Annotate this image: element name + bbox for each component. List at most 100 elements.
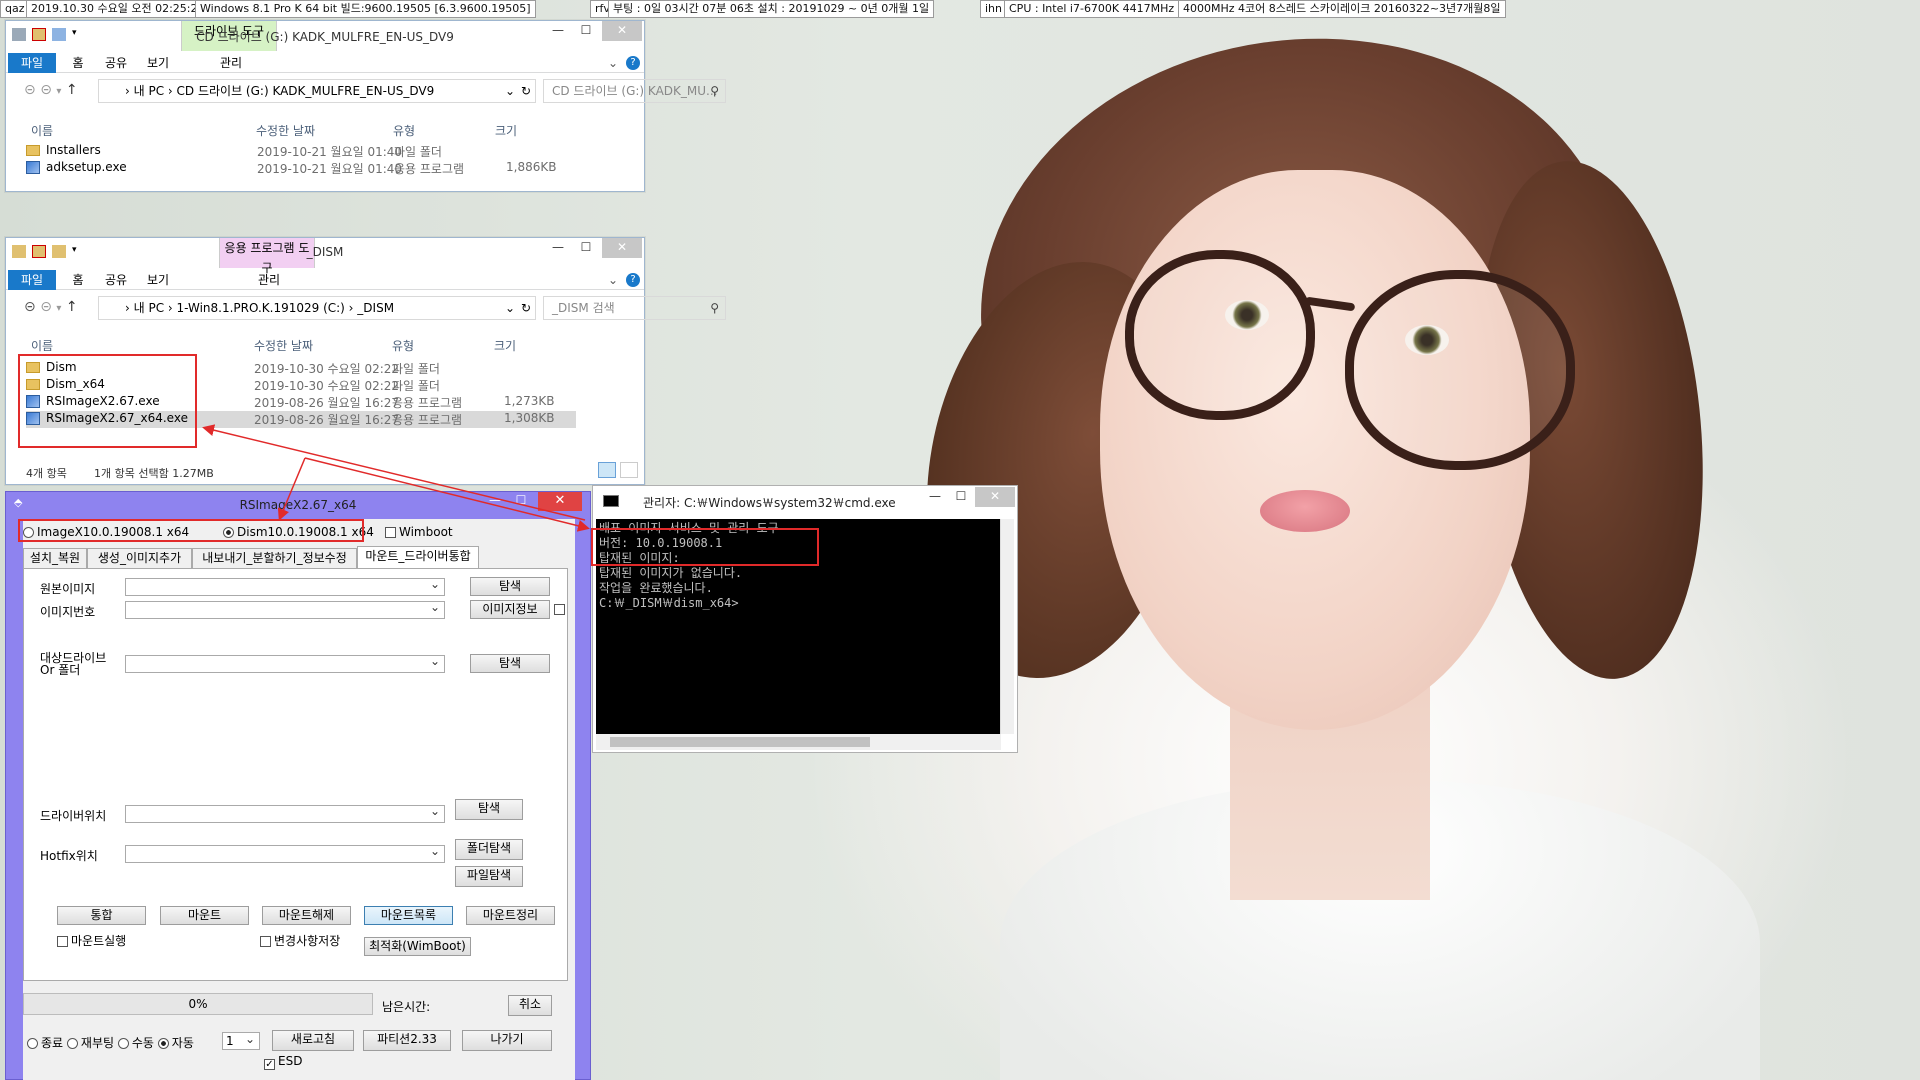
source-image-combo[interactable] bbox=[125, 577, 445, 596]
column-header-name[interactable]: 이름 bbox=[31, 122, 53, 139]
tab-view[interactable]: 보기 bbox=[143, 270, 173, 290]
large-icons-view-icon[interactable] bbox=[620, 462, 638, 478]
maximize-button[interactable]: ☐ bbox=[947, 487, 975, 507]
chevron-down-icon[interactable]: ⌄ bbox=[505, 80, 515, 102]
mount-run-label: 마운트실행 bbox=[71, 934, 127, 948]
refresh-icon[interactable]: ↻ bbox=[521, 80, 531, 102]
tab-install-restore[interactable]: 설치_복원 bbox=[23, 548, 87, 568]
mount-button[interactable]: 마운트 bbox=[160, 906, 249, 925]
recent-icon[interactable]: ▾ bbox=[56, 303, 61, 314]
recent-icon[interactable]: ▾ bbox=[56, 86, 61, 97]
minimize-button[interactable]: — bbox=[482, 492, 508, 511]
close-button[interactable]: ✕ bbox=[602, 238, 642, 258]
file-size: 1,273KB bbox=[504, 394, 555, 408]
up-icon[interactable]: ↑ bbox=[66, 299, 78, 315]
search-icon[interactable]: ⚲ bbox=[710, 297, 719, 319]
file-row[interactable]: Installers 2019-10-21 월요일 01:40 파일 폴더 bbox=[26, 143, 626, 159]
tab-mount-driver[interactable]: 마운트_드라이버통합 bbox=[357, 546, 479, 568]
tab-share[interactable]: 공유 bbox=[101, 270, 131, 290]
target-drive-combo[interactable] bbox=[125, 654, 445, 673]
vertical-scrollbar[interactable] bbox=[1000, 519, 1014, 734]
up-icon[interactable]: ↑ bbox=[66, 82, 78, 98]
mount-cleanup-button[interactable]: 마운트정리 bbox=[466, 906, 555, 925]
minimize-button[interactable]: — bbox=[544, 238, 572, 258]
address-bar[interactable]: › 내 PC › CD 드라이브 (G:) KADK_MULFRE_EN-US_… bbox=[98, 79, 536, 103]
browse-source-button[interactable]: 탐색 bbox=[470, 577, 550, 596]
column-header-name[interactable]: 이름 bbox=[31, 337, 53, 354]
partition-button[interactable]: 파티션2.33 bbox=[363, 1030, 451, 1051]
hotfix-location-combo[interactable] bbox=[125, 844, 445, 863]
driver-location-combo[interactable] bbox=[125, 804, 445, 823]
tab-home[interactable]: 홈 bbox=[66, 270, 90, 290]
column-header-size[interactable]: 크기 bbox=[494, 337, 516, 354]
column-header-date[interactable]: 수정한 날짜 bbox=[254, 337, 313, 354]
radio-shutdown[interactable]: 종료 bbox=[27, 1036, 63, 1050]
file-row[interactable]: adksetup.exe 2019-10-21 월요일 01:40 응용 프로그… bbox=[26, 160, 626, 176]
column-header-date[interactable]: 수정한 날짜 bbox=[256, 122, 315, 139]
scrollbar-thumb[interactable] bbox=[610, 737, 870, 747]
forward-icon[interactable]: ⊝ bbox=[40, 82, 52, 98]
help-icon[interactable]: ? bbox=[626, 273, 640, 287]
refresh-icon[interactable]: ↻ bbox=[521, 297, 531, 319]
exit-button[interactable]: 나가기 bbox=[462, 1030, 552, 1051]
chevron-down-icon[interactable]: ⌄ bbox=[606, 53, 620, 73]
tab-file[interactable]: 파일 bbox=[8, 53, 56, 73]
minimize-button[interactable]: — bbox=[921, 487, 949, 507]
maximize-button[interactable]: ☐ bbox=[508, 492, 534, 511]
save-changes-checkbox[interactable]: 변경사항저장 bbox=[260, 932, 340, 949]
mount-run-checkbox[interactable]: 마운트실행 bbox=[57, 932, 126, 949]
back-icon[interactable]: ⊝ bbox=[24, 82, 36, 98]
help-icon[interactable]: ? bbox=[626, 56, 640, 70]
minimize-button[interactable]: — bbox=[544, 21, 572, 41]
count-combo[interactable]: 1 bbox=[222, 1031, 260, 1050]
cancel-button[interactable]: 취소 bbox=[508, 995, 552, 1016]
details-view-icon[interactable] bbox=[598, 462, 616, 478]
tab-create-append[interactable]: 생성_이미지추가 bbox=[87, 548, 192, 568]
column-header-size[interactable]: 크기 bbox=[495, 122, 517, 139]
forward-icon[interactable]: ⊝ bbox=[40, 299, 52, 315]
image-info-checkbox[interactable] bbox=[554, 604, 565, 615]
search-box[interactable]: CD 드라이브 (G:) KADK_MU... ⚲ bbox=[543, 79, 726, 103]
tab-manage[interactable]: 관리 bbox=[201, 53, 261, 73]
chevron-down-icon[interactable]: ⌄ bbox=[606, 270, 620, 290]
close-button[interactable]: ✕ bbox=[975, 487, 1015, 507]
column-header-type[interactable]: 유형 bbox=[392, 337, 414, 354]
horizontal-scrollbar[interactable] bbox=[596, 734, 1001, 750]
wimboot-checkbox[interactable]: Wimboot bbox=[385, 525, 453, 539]
integrate-button[interactable]: 통합 bbox=[57, 906, 146, 925]
tab-export-split[interactable]: 내보내기_분할하기_정보수정 bbox=[192, 548, 357, 568]
tab-home[interactable]: 홈 bbox=[66, 53, 90, 73]
close-button[interactable]: ✕ bbox=[602, 21, 642, 41]
optimize-wimboot-button[interactable]: 최적화(WimBoot) bbox=[364, 937, 471, 956]
mount-list-button[interactable]: 마운트목록 bbox=[364, 906, 453, 925]
browse-driver-button[interactable]: 탐색 bbox=[455, 799, 523, 820]
folder-browse-button[interactable]: 폴더탐색 bbox=[455, 839, 523, 860]
close-button[interactable]: ✕ bbox=[538, 492, 582, 511]
search-box[interactable]: _DISM 검색 ⚲ bbox=[543, 296, 726, 320]
console-icon bbox=[603, 495, 619, 507]
esd-checkbox[interactable]: ✓ ESD bbox=[264, 1054, 302, 1070]
column-header-type[interactable]: 유형 bbox=[393, 122, 415, 139]
search-icon[interactable]: ⚲ bbox=[710, 80, 719, 102]
maximize-button[interactable]: ☐ bbox=[572, 238, 600, 258]
radio-reboot[interactable]: 재부팅 bbox=[66, 1036, 114, 1050]
browse-target-button[interactable]: 탐색 bbox=[470, 654, 550, 673]
radio-manual[interactable]: 수동 bbox=[117, 1036, 154, 1050]
unmount-button[interactable]: 마운트해제 bbox=[262, 906, 351, 925]
radio-auto[interactable]: 자동 bbox=[157, 1036, 194, 1050]
titlebar[interactable]: ▾ 응용 프로그램 도구 _DISM — ☐ ✕ bbox=[6, 238, 644, 275]
tab-view[interactable]: 보기 bbox=[143, 53, 173, 73]
file-browse-button[interactable]: 파일탐색 bbox=[455, 866, 523, 887]
image-info-button[interactable]: 이미지정보 bbox=[470, 600, 550, 619]
chevron-down-icon[interactable]: ⌄ bbox=[505, 297, 515, 319]
tab-manage[interactable]: 관리 bbox=[239, 270, 299, 290]
image-index-combo[interactable] bbox=[125, 600, 445, 619]
address-bar[interactable]: › 내 PC › 1-Win8.1.PRO.K.191029 (C:) › _D… bbox=[98, 296, 536, 320]
refresh-button[interactable]: 새로고침 bbox=[272, 1030, 354, 1051]
tab-file[interactable]: 파일 bbox=[8, 270, 56, 290]
back-icon[interactable]: ⊝ bbox=[24, 299, 36, 315]
maximize-button[interactable]: ☐ bbox=[572, 21, 600, 41]
tab-share[interactable]: 공유 bbox=[101, 53, 131, 73]
titlebar[interactable]: ▾ 드라이브 도구 CD 드라이브 (G:) KADK_MULFRE_EN-US… bbox=[6, 21, 644, 51]
file-date: 2019-10-30 수요일 02:22 bbox=[254, 379, 400, 393]
